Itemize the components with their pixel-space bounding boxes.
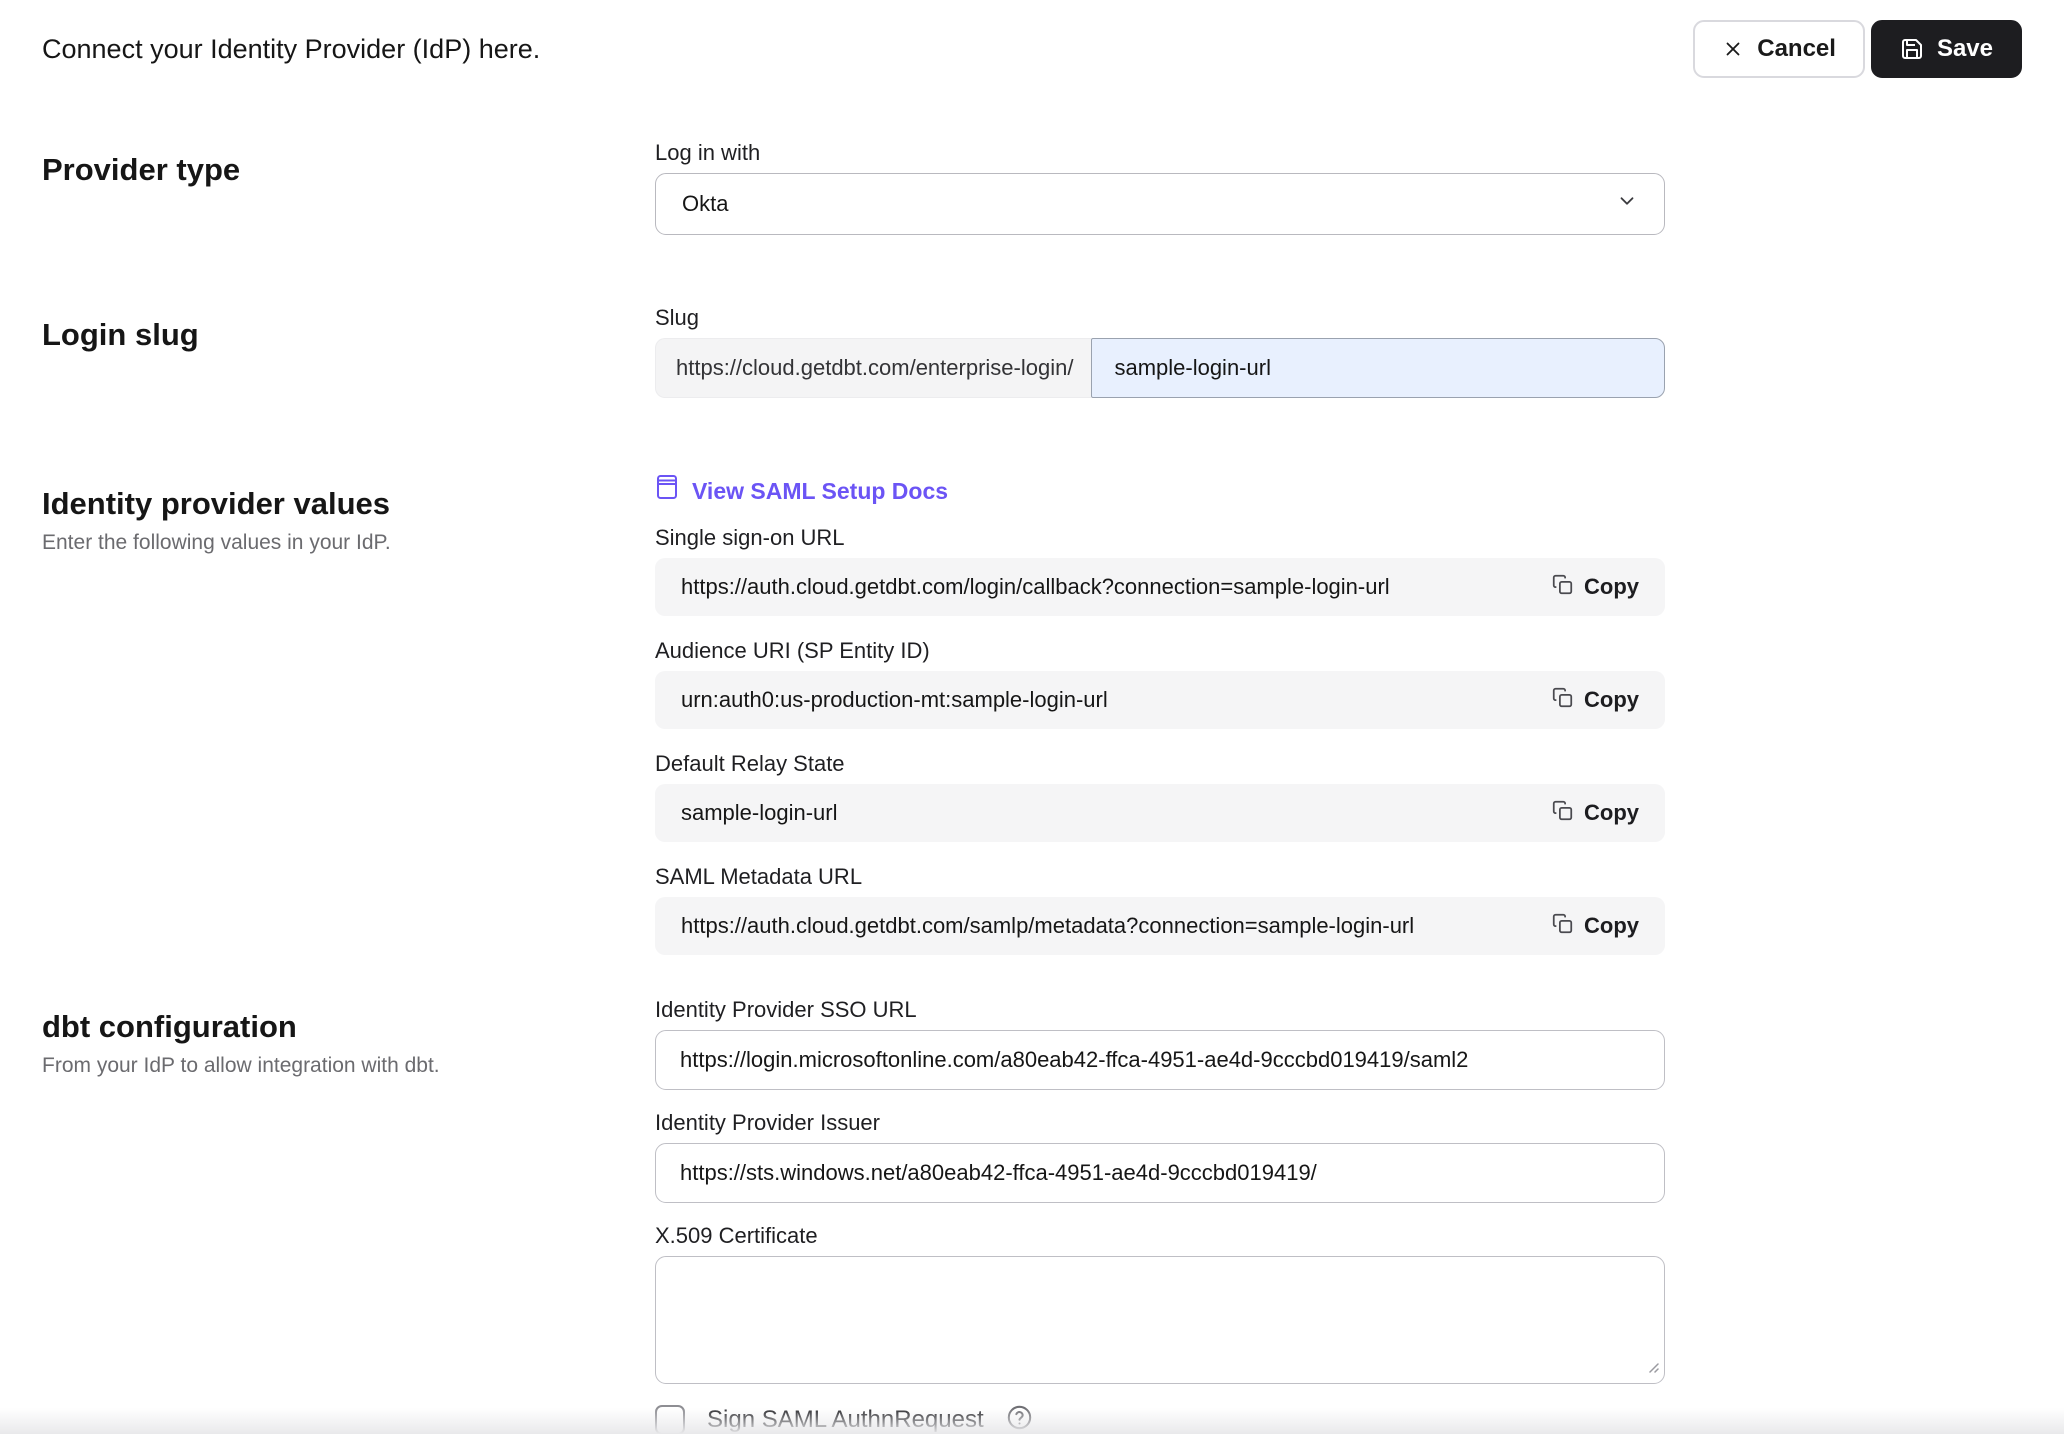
copy-button-label: Copy — [1584, 800, 1639, 826]
idp-values-subtitle: Enter the following values in your IdP. — [42, 531, 655, 555]
save-icon — [1900, 37, 1924, 61]
copy-button-label: Copy — [1584, 913, 1639, 939]
relay-state-readonly-field: sample-login-url Copy — [655, 784, 1665, 842]
audience-uri-field-group: Audience URI (SP Entity ID) urn:auth0:us… — [655, 638, 1665, 729]
section-login-slug: Login slug Slug https://cloud.getdbt.com… — [42, 305, 2022, 398]
copy-icon — [1552, 687, 1573, 714]
idp-sso-url-input[interactable] — [655, 1030, 1665, 1090]
section-idp-values: Identity provider values Enter the follo… — [42, 474, 2022, 955]
copy-sso-url-button[interactable]: Copy — [1548, 568, 1643, 607]
provider-select[interactable]: Okta — [655, 173, 1665, 235]
sso-url-readonly-field: https://auth.cloud.getdbt.com/login/call… — [655, 558, 1665, 616]
header-actions: Cancel Save — [1693, 20, 2022, 78]
provider-select-value: Okta — [682, 191, 728, 217]
metadata-url-label: SAML Metadata URL — [655, 864, 1665, 890]
document-icon — [655, 474, 679, 507]
view-saml-docs-label: View SAML Setup Docs — [692, 476, 948, 506]
save-button-label: Save — [1937, 35, 1993, 63]
slug-input[interactable] — [1091, 338, 1665, 398]
idp-values-heading: Identity provider values — [42, 486, 655, 522]
section-dbt-configuration: dbt configuration From your IdP to allow… — [42, 997, 2022, 1434]
slug-label: Slug — [655, 305, 1665, 331]
idp-issuer-label: Identity Provider Issuer — [655, 1110, 1665, 1136]
page-intro: Connect your Identity Provider (IdP) her… — [42, 34, 540, 65]
audience-uri-label: Audience URI (SP Entity ID) — [655, 638, 1665, 664]
audience-uri-readonly-field: urn:auth0:us-production-mt:sample-login-… — [655, 671, 1665, 729]
copy-metadata-url-button[interactable]: Copy — [1548, 907, 1643, 946]
header: Connect your Identity Provider (IdP) her… — [42, 0, 2022, 78]
metadata-url-readonly-field: https://auth.cloud.getdbt.com/samlp/meta… — [655, 897, 1665, 955]
help-icon[interactable] — [1006, 1404, 1033, 1434]
chevron-down-icon — [1616, 190, 1638, 218]
slug-url-prefix: https://cloud.getdbt.com/enterprise-logi… — [655, 338, 1091, 398]
save-button[interactable]: Save — [1871, 20, 2022, 78]
dbt-configuration-heading: dbt configuration — [42, 1009, 655, 1045]
dbt-configuration-subtitle: From your IdP to allow integration with … — [42, 1054, 655, 1078]
x509-certificate-label: X.509 Certificate — [655, 1223, 1665, 1249]
login-with-label: Log in with — [655, 140, 1665, 166]
copy-icon — [1552, 800, 1573, 827]
sso-settings-page: Connect your Identity Provider (IdP) her… — [0, 0, 2064, 1434]
copy-icon — [1552, 913, 1573, 940]
section-provider-type: Provider type Log in with Okta — [42, 140, 2022, 235]
cancel-button[interactable]: Cancel — [1693, 20, 1865, 78]
audience-uri-value: urn:auth0:us-production-mt:sample-login-… — [681, 687, 1108, 713]
view-saml-docs-link[interactable]: View SAML Setup Docs — [655, 474, 948, 507]
copy-button-label: Copy — [1584, 687, 1639, 713]
login-slug-heading: Login slug — [42, 317, 655, 353]
sso-url-readonly-value: https://auth.cloud.getdbt.com/login/call… — [681, 574, 1390, 600]
metadata-url-field-group: SAML Metadata URL https://auth.cloud.get… — [655, 864, 1665, 955]
copy-audience-uri-button[interactable]: Copy — [1548, 681, 1643, 720]
relay-state-value: sample-login-url — [681, 800, 838, 826]
provider-type-heading: Provider type — [42, 152, 655, 188]
idp-sso-url-label: Identity Provider SSO URL — [655, 997, 1665, 1023]
close-icon — [1722, 38, 1744, 60]
copy-icon — [1552, 574, 1573, 601]
relay-state-label: Default Relay State — [655, 751, 1665, 777]
idp-issuer-input[interactable] — [655, 1143, 1665, 1203]
cancel-button-label: Cancel — [1757, 35, 1836, 63]
copy-button-label: Copy — [1584, 574, 1639, 600]
sign-authn-label: Sign SAML AuthnRequest — [707, 1406, 984, 1434]
copy-relay-state-button[interactable]: Copy — [1548, 794, 1643, 833]
sso-url-field-group: Single sign-on URL https://auth.cloud.ge… — [655, 525, 1665, 616]
x509-certificate-textarea[interactable] — [655, 1256, 1665, 1384]
slug-field-group: https://cloud.getdbt.com/enterprise-logi… — [655, 338, 1665, 398]
metadata-url-value: https://auth.cloud.getdbt.com/samlp/meta… — [681, 913, 1414, 939]
sign-authn-checkbox[interactable] — [655, 1405, 685, 1434]
resize-grip-icon[interactable] — [1645, 1359, 1659, 1378]
sign-authn-row: Sign SAML AuthnRequest — [655, 1404, 1665, 1434]
sso-url-readonly-label: Single sign-on URL — [655, 525, 1665, 551]
relay-state-field-group: Default Relay State sample-login-url Cop… — [655, 751, 1665, 842]
